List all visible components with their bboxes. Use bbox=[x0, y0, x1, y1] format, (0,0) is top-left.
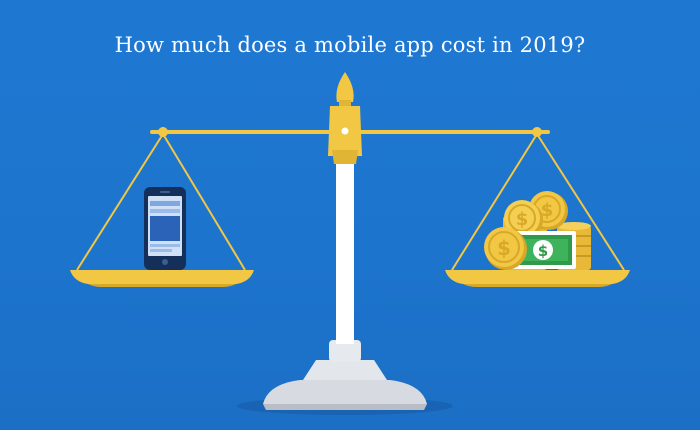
scale-pillar bbox=[336, 150, 354, 344]
scale-finial bbox=[328, 72, 362, 164]
smartphone-icon bbox=[144, 187, 186, 270]
svg-text:$: $ bbox=[497, 236, 511, 260]
balance-scale-icon: $ $ $ $ bbox=[70, 72, 630, 415]
svg-text:$: $ bbox=[538, 242, 548, 260]
banner-canvas: How much does a mobile app cost in 2019? bbox=[0, 0, 700, 430]
scale-base bbox=[263, 340, 427, 410]
svg-text:$: $ bbox=[516, 209, 529, 230]
